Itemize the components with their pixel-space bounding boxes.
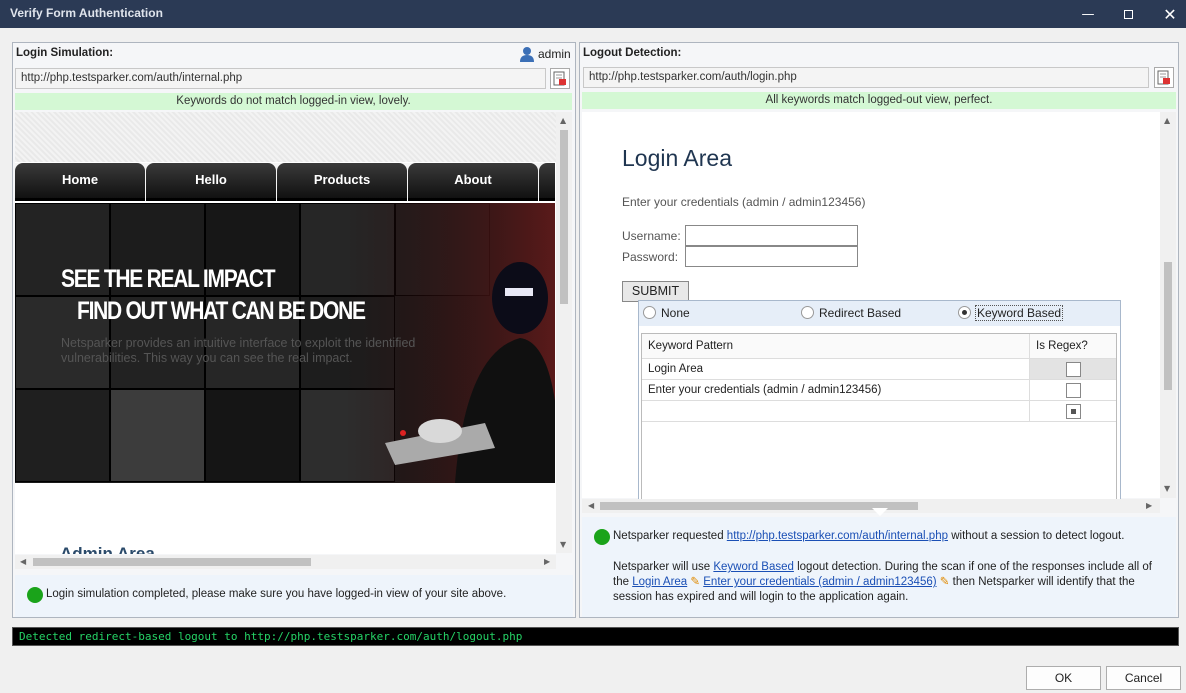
page-header-texture: [15, 112, 556, 162]
success-icon: [27, 587, 43, 603]
login-horizontal-scrollbar[interactable]: ◀ ▶: [15, 555, 556, 569]
radio-none-label[interactable]: None: [661, 306, 690, 320]
popup-pointer: [872, 508, 888, 516]
password-label: Password:: [622, 250, 679, 264]
regex-checkbox[interactable]: [1066, 404, 1081, 419]
window-title: Verify Form Authentication: [10, 6, 163, 20]
user-name: admin: [538, 47, 571, 61]
radio-keyword-based[interactable]: [958, 306, 971, 319]
logout-explanation: Netsparker will use Keyword Based logout…: [613, 560, 1163, 605]
document-icon: [553, 71, 566, 86]
submit-button[interactable]: SUBMIT: [622, 281, 689, 302]
credentials-hint: Enter your credentials (admin / admin123…: [622, 195, 866, 209]
info-suffix: without a session to detect logout.: [951, 530, 1125, 542]
password-input[interactable]: [685, 246, 858, 267]
radio-keyword-label[interactable]: Keyword Based: [975, 305, 1064, 321]
logout-info-line: Netsparker requested http://php.testspar…: [613, 530, 1124, 542]
table-header: Keyword Pattern Is Regex?: [642, 334, 1116, 359]
logout-view-source-button[interactable]: [1154, 67, 1174, 88]
cancel-button[interactable]: Cancel: [1106, 666, 1181, 690]
nav-home[interactable]: Home: [15, 163, 145, 201]
pencil-icon[interactable]: ✎: [940, 576, 950, 588]
title-bar: Verify Form Authentication — ✕: [0, 0, 1186, 28]
logout-url-field[interactable]: http://php.testsparker.com/auth/login.ph…: [583, 67, 1149, 88]
table-row[interactable]: [642, 401, 1116, 422]
console-output: Detected redirect-based logout to http:/…: [12, 627, 1179, 646]
document-icon: [1157, 70, 1170, 85]
radio-none[interactable]: [643, 306, 656, 319]
keyword-based-link[interactable]: Keyword Based: [713, 561, 794, 573]
nav-about[interactable]: About: [408, 163, 538, 201]
hero-description: Netsparker provides an intuitive interfa…: [61, 336, 416, 365]
admin-area-heading: Admin Area: [60, 544, 155, 554]
username-input[interactable]: [685, 225, 858, 246]
regex-checkbox[interactable]: [1066, 383, 1081, 398]
regex-checkbox[interactable]: [1066, 362, 1081, 377]
nav-more[interactable]: [539, 163, 555, 201]
keyword-cell[interactable]: Enter your credentials (admin / admin123…: [648, 384, 881, 396]
logout-horizontal-scrollbar[interactable]: ◀ ▶: [582, 499, 1160, 513]
logout-detection-header: Logout Detection:: [583, 47, 682, 59]
table-row[interactable]: Login Area: [642, 359, 1116, 380]
radio-redirect-label[interactable]: Redirect Based: [819, 306, 901, 320]
login-keyword-status: Keywords do not match logged-in view, lo…: [15, 93, 572, 110]
login-area-title: Login Area: [622, 145, 732, 171]
close-button[interactable]: ✕: [1150, 0, 1186, 28]
nav-products[interactable]: Products: [277, 163, 407, 201]
site-nav: Home Hello Products About: [15, 163, 555, 201]
explanation-text-a: Netsparker will use: [613, 561, 711, 573]
maximize-button[interactable]: [1108, 0, 1148, 28]
internal-url-link[interactable]: http://php.testsparker.com/auth/internal…: [727, 530, 948, 542]
pencil-icon[interactable]: ✎: [690, 576, 700, 588]
keyword-credentials-link[interactable]: Enter your credentials (admin / admin123…: [703, 576, 936, 588]
login-vertical-scrollbar[interactable]: ▲ ▼: [556, 112, 572, 553]
radio-redirect-based[interactable]: [801, 306, 814, 319]
keyword-table: Keyword Pattern Is Regex? Login Area Ent…: [641, 333, 1117, 505]
username-label: Username:: [622, 229, 681, 243]
keyword-login-area-link[interactable]: Login Area: [632, 576, 687, 588]
info-prefix: Netsparker requested: [613, 530, 724, 542]
hero-subheadline: FIND OUT WHAT CAN BE DONE: [77, 297, 366, 325]
login-simulation-header: Login Simulation:: [16, 47, 114, 59]
ok-button[interactable]: OK: [1026, 666, 1101, 690]
nav-hello[interactable]: Hello: [146, 163, 276, 201]
logout-vertical-scrollbar[interactable]: ▲ ▼: [1160, 112, 1176, 498]
login-status-text: Login simulation completed, please make …: [46, 588, 507, 600]
table-row[interactable]: Enter your credentials (admin / admin123…: [642, 380, 1116, 401]
user-icon: [520, 47, 534, 62]
minimize-button[interactable]: —: [1068, 0, 1108, 28]
keyword-cell[interactable]: Login Area: [648, 363, 703, 375]
logout-keyword-status: All keywords match logged-out view, perf…: [582, 92, 1176, 109]
hero-banner: SEE THE REAL IMPACT FIND OUT WHAT CAN BE…: [15, 203, 555, 483]
hero-headline: SEE THE REAL IMPACT: [61, 265, 276, 293]
header-keyword-pattern: Keyword Pattern: [648, 340, 734, 352]
header-is-regex: Is Regex?: [1036, 340, 1088, 352]
view-source-button[interactable]: [550, 68, 570, 89]
success-icon: [594, 529, 610, 545]
login-url-field[interactable]: http://php.testsparker.com/auth/internal…: [15, 68, 546, 89]
